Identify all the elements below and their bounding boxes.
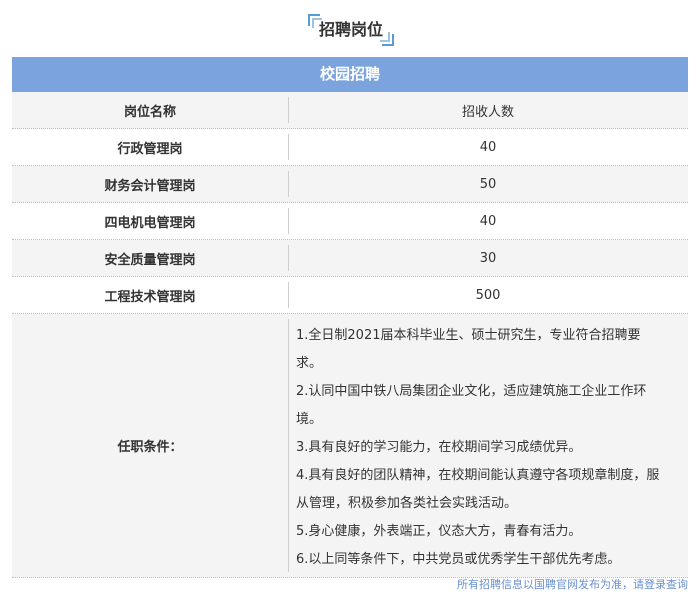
header-position-name: 岗位名称	[123, 104, 176, 120]
requirement-item: 5.身心健康，外表端正，仪态大方，青春有活力。	[296, 524, 582, 539]
recruitment-table: 校园招聘 岗位名称 招收人数 行政管理岗 40 财务会计管理岗 50 四电机电管…	[12, 57, 688, 578]
position-name: 四电机电管理岗	[104, 215, 196, 231]
requirement-item: 2.认同中国中铁八局集团企业文化，适应建筑施工企业工作环境。	[296, 384, 647, 427]
column-divider	[288, 171, 289, 197]
table-row: 四电机电管理岗 40	[12, 203, 688, 240]
title-area: 招聘岗位	[0, 8, 700, 48]
requirement-item: 1.全日制2021届本科毕业生、硕士研究生，专业符合招聘要求。	[296, 328, 641, 371]
table-row: 安全质量管理岗 30	[12, 240, 688, 277]
page-title: 招聘岗位	[318, 20, 383, 39]
requirement-item: 4.具有良好的团队精神，在校期间能认真遵守各项规章制度，服从管理，积极参加各类社…	[296, 468, 660, 511]
footnote-link[interactable]: 所有招聘信息以国聘官网发布为准，请登录查询	[0, 576, 688, 592]
position-name: 安全质量管理岗	[104, 252, 196, 268]
requirements-row: 任职条件： 1.全日制2021届本科毕业生、硕士研究生，专业符合招聘要求。 2.…	[12, 314, 688, 578]
requirement-item: 3.具有良好的学习能力，在校期间学习成绩优异。	[296, 440, 582, 455]
header-headcount: 招收人数	[461, 104, 514, 120]
column-divider	[288, 245, 289, 271]
table-row: 行政管理岗 40	[12, 129, 688, 166]
column-divider	[288, 282, 289, 308]
table-banner: 校园招聘	[12, 57, 688, 92]
column-divider	[288, 134, 289, 160]
headcount: 500	[475, 287, 501, 303]
position-name: 行政管理岗	[117, 141, 183, 157]
headcount: 40	[479, 213, 497, 229]
requirement-item: 6.以上同等条件下，中共党员或优秀学生干部优先考虑。	[296, 552, 621, 567]
headcount: 40	[479, 139, 497, 155]
headcount: 50	[479, 176, 497, 192]
table-header-row: 岗位名称 招收人数	[12, 92, 688, 129]
table-row: 财务会计管理岗 50	[12, 166, 688, 203]
column-divider	[288, 97, 289, 123]
table-row: 工程技术管理岗 500	[12, 277, 688, 314]
headcount: 30	[479, 250, 497, 266]
column-divider	[288, 208, 289, 234]
position-name: 财务会计管理岗	[104, 178, 196, 194]
position-name: 工程技术管理岗	[104, 289, 196, 305]
requirements-label: 任职条件：	[117, 440, 183, 455]
requirements-list: 1.全日制2021届本科毕业生、硕士研究生，专业符合招聘要求。 2.认同中国中铁…	[288, 314, 672, 574]
column-divider	[288, 319, 289, 572]
title-frame: 招聘岗位	[308, 14, 394, 46]
